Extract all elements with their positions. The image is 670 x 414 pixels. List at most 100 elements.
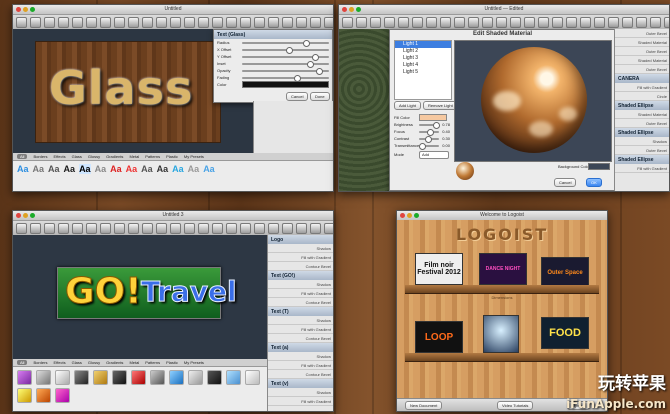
tool-icon[interactable] [184, 222, 195, 234]
tool-icon[interactable] [240, 222, 251, 234]
layer-effect-row[interactable]: Circle [615, 92, 669, 101]
tool-icon[interactable] [44, 222, 55, 234]
layer-effect-row[interactable]: Outer Bevel [615, 65, 669, 74]
done-button[interactable]: Done [310, 92, 330, 101]
style-swatch[interactable]: Aa [48, 164, 60, 174]
tool-icon[interactable] [114, 16, 125, 28]
tool-icon[interactable] [198, 222, 209, 234]
tab-gradients[interactable]: Gradients [106, 154, 123, 159]
layer-effect-row[interactable]: Shadow [268, 316, 333, 325]
tool-icon[interactable] [184, 16, 195, 28]
tool-icon[interactable] [310, 222, 321, 234]
layer-effect-row[interactable]: Contour Bevel [268, 334, 333, 343]
template-thumbnail[interactable]: DANCE NIGHT [479, 253, 527, 285]
tool-icon[interactable] [212, 222, 223, 234]
template-thumbnail[interactable]: FOOD [541, 317, 589, 349]
tool-icon[interactable] [296, 222, 307, 234]
color-well[interactable] [242, 81, 329, 88]
layer-effect-row[interactable]: Fill with Gradient [615, 83, 669, 92]
layer-effect-row[interactable]: Shadow [615, 137, 669, 146]
tool-icon[interactable] [142, 222, 153, 234]
tool-icon[interactable] [622, 16, 633, 28]
tool-icon[interactable] [72, 222, 83, 234]
layer-effect-row[interactable]: Outer Bevel [615, 146, 669, 155]
tool-icon[interactable] [664, 16, 669, 28]
brightness-slider[interactable] [419, 121, 441, 129]
list-item[interactable]: Light 1 [395, 41, 451, 48]
fill-color-well[interactable] [419, 114, 447, 121]
mode-select[interactable]: Add [419, 150, 449, 159]
document-canvas[interactable]: GO! Travel [13, 235, 267, 359]
style-swatch[interactable]: Aa [188, 164, 200, 174]
style-swatch[interactable]: Aa [141, 164, 153, 174]
tab-all[interactable]: All [17, 154, 28, 159]
list-item[interactable]: Light 4 [395, 62, 451, 69]
tool-icon[interactable] [212, 16, 223, 28]
tab-glossy[interactable]: Glossy [88, 154, 100, 159]
fading-slider[interactable] [242, 74, 329, 82]
layer-effect-row[interactable]: Shadow [268, 244, 333, 253]
tool-icon[interactable] [650, 16, 661, 28]
tool-icon[interactable] [398, 16, 409, 28]
style-swatch[interactable] [55, 370, 70, 385]
layer-effect-row[interactable]: Fill with Gradient [268, 397, 333, 406]
layer-effect-row[interactable]: Fill with Gradient [268, 325, 333, 334]
layer-effect-row[interactable]: Shaded Material [615, 110, 669, 119]
document-canvas[interactable] [339, 29, 389, 191]
tool-icon[interactable] [30, 16, 41, 28]
glass-text-artwork[interactable]: Glass [49, 61, 193, 115]
tool-icon[interactable] [170, 222, 181, 234]
layer-effect-row[interactable]: Contour Bevel [268, 298, 333, 307]
tool-icon[interactable] [412, 16, 423, 28]
tool-icon[interactable] [580, 16, 591, 28]
y-offset-slider[interactable] [242, 53, 329, 61]
list-item[interactable]: Light 3 [395, 55, 451, 62]
layer-effect-row[interactable]: Outer Bevel [615, 119, 669, 128]
tab-effects[interactable]: Effects [53, 360, 65, 365]
tab-patterns[interactable]: Patterns [145, 360, 160, 365]
tool-icon[interactable] [100, 222, 111, 234]
layer-effect-row[interactable]: Outer Bevel [615, 29, 669, 38]
tool-icon[interactable] [496, 16, 507, 28]
layer-section-header[interactable]: Text (v) [268, 379, 333, 388]
layer-section-header[interactable]: Shaded Ellipse [615, 101, 669, 110]
focus-slider[interactable] [419, 128, 440, 136]
template-thumbnail[interactable]: Film noir Festival 2012 [415, 253, 463, 285]
new-document-button[interactable]: New Document [405, 401, 443, 410]
radius-slider[interactable] [242, 39, 329, 47]
tab-glass[interactable]: Glass [72, 360, 82, 365]
tool-icon[interactable] [310, 16, 321, 28]
tool-icon[interactable] [426, 16, 437, 28]
style-swatch[interactable] [226, 370, 241, 385]
tool-icon[interactable] [72, 16, 83, 28]
style-swatch[interactable]: Aa [64, 164, 76, 174]
style-swatch[interactable] [188, 370, 203, 385]
transmittance-slider[interactable] [419, 142, 440, 150]
remove-light-button[interactable]: Remove Light [423, 101, 458, 110]
tool-icon[interactable] [58, 16, 69, 28]
tool-icon[interactable] [510, 16, 521, 28]
style-swatch[interactable] [150, 370, 165, 385]
tool-icon[interactable] [594, 16, 605, 28]
material-preview[interactable] [454, 40, 612, 162]
layer-effect-row[interactable]: Shadow [268, 352, 333, 361]
layer-effect-row[interactable]: Shadow [268, 388, 333, 397]
layer-section-header[interactable]: Text (T) [268, 307, 333, 316]
tool-icon[interactable] [268, 16, 279, 28]
layer-effect-row[interactable]: Contour Bevel [268, 370, 333, 379]
inset-slider[interactable] [242, 60, 329, 68]
tool-icon[interactable] [552, 16, 563, 28]
background-color-well[interactable] [588, 163, 610, 170]
tool-icon[interactable] [454, 16, 465, 28]
travel-text-artwork[interactable]: Travel [141, 275, 238, 309]
tool-icon[interactable] [296, 16, 307, 28]
style-swatch[interactable]: Aa [203, 164, 215, 174]
style-swatch[interactable]: Aa [126, 164, 138, 174]
layer-effect-row[interactable]: Contour Bevel [268, 262, 333, 271]
x-offset-slider[interactable] [242, 46, 329, 54]
tool-icon[interactable] [128, 222, 139, 234]
go-text-artwork[interactable]: GO! [65, 271, 143, 313]
list-item[interactable]: Light 5 [395, 69, 451, 76]
tool-icon[interactable] [440, 16, 451, 28]
layer-effect-row[interactable]: Shaded Material [615, 38, 669, 47]
